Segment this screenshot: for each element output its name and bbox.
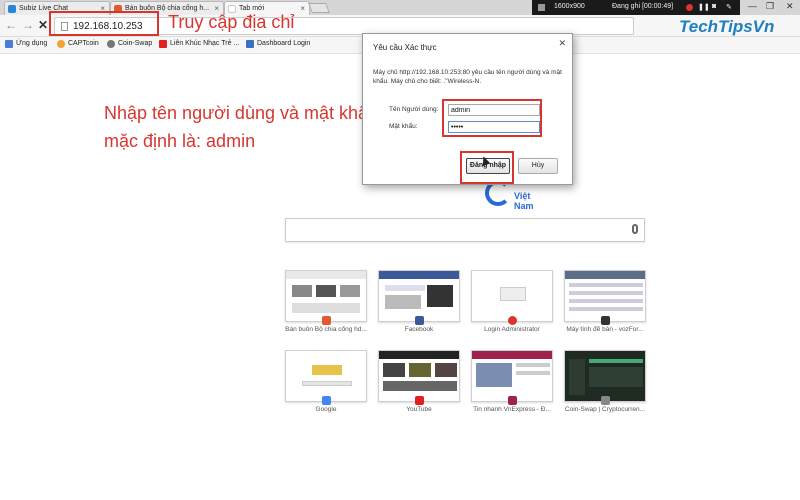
subiz-favicon-icon xyxy=(8,5,16,13)
dialog-close-icon[interactable]: ✕ xyxy=(558,38,566,49)
bookmark-label: Coin-Swap xyxy=(118,40,153,47)
tile-coinswap[interactable] xyxy=(564,350,646,402)
bookmark-label: Liên Khúc Nhạc Trẻ ... xyxy=(170,40,240,47)
tile-label: Coin-Swap | Cryptocurren... xyxy=(564,406,646,413)
tile-ban-buon[interactable] xyxy=(285,270,367,322)
recorder-screen-icon[interactable] xyxy=(538,4,545,11)
tile-label: Tin nhanh VnExpress - Đ... xyxy=(473,406,551,413)
tile-label: Facebook xyxy=(404,326,434,333)
close-window-icon[interactable]: ✕ xyxy=(786,1,794,12)
tile-label: Bán buôn Bộ chia cổng hd... xyxy=(285,326,367,333)
camera-icon[interactable]: ◙ xyxy=(712,3,716,10)
bookmark-dashboard-login[interactable]: Dashboard Login xyxy=(246,40,311,48)
tile-label: Login Administrator xyxy=(484,326,540,333)
tile-vnexpress[interactable] xyxy=(471,350,553,402)
coinswap-tile-icon xyxy=(601,396,610,405)
forward-icon[interactable]: → xyxy=(22,18,34,32)
coinswap-icon xyxy=(107,40,115,48)
password-label: Mật khẩu: xyxy=(389,123,418,130)
tile-facebook[interactable] xyxy=(378,270,460,322)
minimize-icon[interactable]: — xyxy=(748,1,757,11)
maximize-icon[interactable]: ❐ xyxy=(766,1,774,12)
recorder-status: Đang ghi [00:00:49] xyxy=(612,3,674,10)
stop-icon[interactable]: ✕ xyxy=(38,18,48,32)
url-highlight-box xyxy=(49,11,159,36)
tile-label: Máy tính để bàn - vozFor... xyxy=(566,326,644,333)
techtipsvn-watermark: TechTipsVn xyxy=(679,17,775,36)
cancel-button[interactable]: Hủy xyxy=(518,158,558,174)
microphone-icon[interactable] xyxy=(632,224,638,234)
back-icon[interactable]: ← xyxy=(5,18,17,32)
voz-icon xyxy=(601,316,610,325)
tab-label: Tab mới xyxy=(239,5,265,12)
tile-google[interactable] xyxy=(285,350,367,402)
tile-youtube[interactable] xyxy=(378,350,460,402)
tile-login-administrator[interactable] xyxy=(471,270,553,322)
bookmark-label: Ứng dụng xyxy=(16,40,48,47)
tab-close-icon[interactable]: × xyxy=(300,2,305,15)
recorder-resolution: 1600x900 xyxy=(554,3,585,10)
facebook-icon xyxy=(415,316,424,325)
captcoin-icon xyxy=(57,40,65,48)
username-label: Tên Người dùng: xyxy=(389,106,439,113)
dialog-title: Yêu cầu Xác thực xyxy=(373,43,437,52)
credentials-highlight-box xyxy=(442,99,542,137)
youtube-icon xyxy=(159,40,167,48)
bookmark-lien-khuc[interactable]: Liên Khúc Nhạc Trẻ ... xyxy=(159,40,240,48)
tile-label: YouTube xyxy=(406,406,432,413)
google-region: Việt Nam xyxy=(514,191,534,211)
google-icon xyxy=(322,396,331,405)
dialog-message: Máy chủ http://192.168.10.253:80 yêu cầu… xyxy=(373,69,562,85)
record-icon[interactable] xyxy=(686,4,693,11)
apps-grid-icon xyxy=(5,40,13,48)
bookmark-label: CAPTcoin xyxy=(68,40,99,47)
vnexpress-icon xyxy=(508,396,517,405)
credentials-annotation: Nhập tên người dùng và mật khẩu mặc định… xyxy=(104,103,379,151)
bookmark-apps[interactable]: Ứng dụng xyxy=(5,40,48,48)
new-tab-button[interactable] xyxy=(308,3,330,13)
bookmark-captcoin[interactable]: CAPTcoin xyxy=(57,40,99,48)
router-icon xyxy=(508,316,517,325)
google-search-box[interactable] xyxy=(285,218,645,242)
pause-icon[interactable]: ❚❚ xyxy=(698,3,710,11)
youtube-icon xyxy=(415,396,424,405)
tile-label: Google xyxy=(315,406,337,413)
shop-tile-icon xyxy=(322,316,331,325)
tile-vozforums[interactable] xyxy=(564,270,646,322)
screen-recorder-bar: 1600x900 Đang ghi [00:00:49] ❚❚ ◙ ✎ xyxy=(532,0,740,15)
bookmark-label: Dashboard Login xyxy=(257,40,311,47)
pen-icon[interactable]: ✎ xyxy=(726,3,732,11)
bookmark-coinswap[interactable]: Coin-Swap xyxy=(107,40,153,48)
url-annotation: Truy cập địa chỉ xyxy=(168,12,295,32)
dashboard-icon xyxy=(246,40,254,48)
